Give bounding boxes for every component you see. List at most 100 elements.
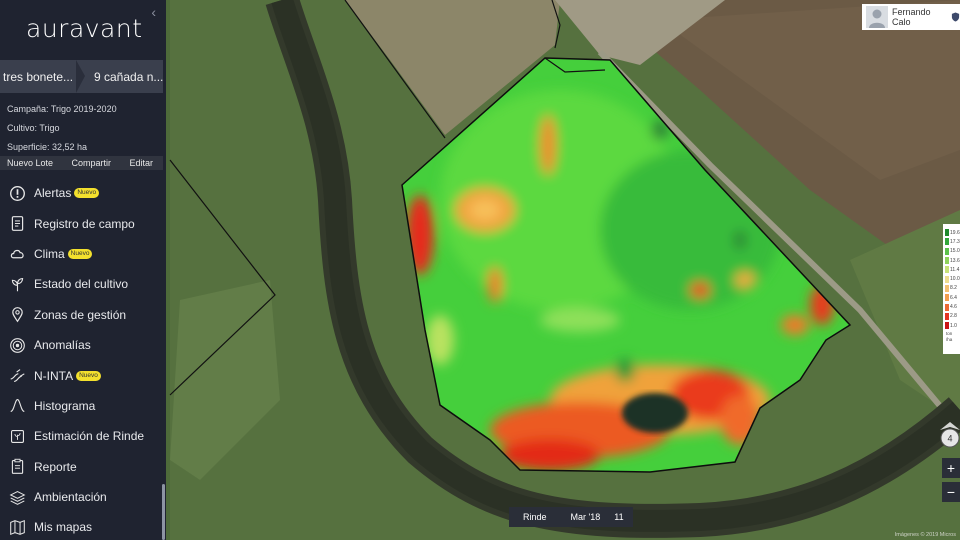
menu-item-registro[interactable]: Registro de campo bbox=[0, 208, 166, 238]
legend-item: 15.0 bbox=[943, 247, 960, 256]
lot-actions: Nuevo Lote Compartir Editar bbox=[0, 156, 163, 170]
legend-value: 10.0 bbox=[950, 276, 960, 283]
layer-date-bar: Rinde Mar '18 11 bbox=[509, 507, 633, 527]
legend-item: 6.4 bbox=[943, 293, 960, 302]
share-button[interactable]: Compartir bbox=[72, 158, 112, 168]
legend-swatch bbox=[945, 257, 949, 265]
breadcrumb-separator bbox=[76, 60, 88, 93]
collapse-sidebar-icon[interactable]: ‹ bbox=[151, 4, 156, 20]
user-menu[interactable]: Fernando Calo bbox=[862, 4, 960, 30]
legend-item: 17.3 bbox=[943, 237, 960, 246]
app-logo: auravant bbox=[26, 14, 143, 43]
legend-value: 4.6 bbox=[950, 304, 957, 311]
legend-item: 4.6 bbox=[943, 302, 960, 311]
image-date[interactable]: Mar '18 bbox=[571, 512, 601, 522]
breadcrumb-field[interactable]: tres bonete... bbox=[0, 60, 80, 93]
new-badge: Nuevo bbox=[74, 188, 100, 199]
new-badge: Nuevo bbox=[76, 370, 101, 381]
menu-item-label: Clima bbox=[34, 246, 65, 261]
legend-value: 15.0 bbox=[950, 248, 960, 255]
legend-value: 19.6 bbox=[950, 229, 960, 236]
tools-menu: Alertas Nuevo Registro de campo Clima Nu… bbox=[0, 178, 166, 540]
menu-item-label: Histograma bbox=[34, 398, 96, 413]
menu-item-label: Ambientación bbox=[34, 490, 107, 505]
legend-swatch bbox=[945, 229, 949, 237]
legend-swatch bbox=[945, 312, 949, 320]
menu-item-ambientacion[interactable]: Ambientación bbox=[0, 482, 166, 512]
legend-item: 19.6 bbox=[943, 228, 960, 237]
shield-icon bbox=[951, 12, 960, 22]
menu-item-mis-mapas[interactable]: Mis mapas bbox=[0, 512, 166, 540]
menu-item-label: Estimación de Rinde bbox=[34, 429, 145, 444]
layer-name[interactable]: Rinde bbox=[523, 512, 547, 522]
menu-item-estado-cultivo[interactable]: Estado del cultivo bbox=[0, 269, 166, 299]
map-pin-icon bbox=[8, 306, 26, 324]
compass-label: 4 bbox=[947, 434, 952, 444]
image-count[interactable]: 11 bbox=[614, 512, 623, 522]
legend-swatch bbox=[945, 266, 949, 274]
yield-legend: 19.6 17.3 15.0 13.6 11.4 10.0 8.2 6.4 4.6 2.8 1.0 … bbox=[943, 224, 960, 354]
menu-item-label: Mis mapas bbox=[34, 520, 93, 535]
legend-value: 2.8 bbox=[950, 313, 957, 320]
legend-item: 2.8 bbox=[943, 312, 960, 321]
cloud-icon bbox=[8, 245, 26, 263]
legend-item: 1.0 bbox=[943, 321, 960, 330]
breadcrumb-lot[interactable]: 9 cañada n... bbox=[88, 60, 163, 93]
field-record-icon bbox=[8, 215, 26, 233]
legend-value: 13.6 bbox=[950, 257, 960, 264]
menu-item-histograma[interactable]: Histograma bbox=[0, 391, 166, 421]
yield-estimate-icon bbox=[8, 427, 26, 445]
lot-info: Campaña: Trigo 2019-2020 Cultivo: Trigo … bbox=[7, 100, 117, 157]
menu-item-estimacion-rinde[interactable]: Estimación de Rinde bbox=[0, 421, 166, 451]
legend-swatch bbox=[945, 322, 949, 330]
legend-unit-bottom: /ha bbox=[946, 337, 953, 343]
menu-item-n-inta[interactable]: N-INTA Nuevo bbox=[0, 360, 166, 390]
user-name: Fernando Calo bbox=[892, 7, 931, 27]
menu-item-zonas[interactable]: Zonas de gestión bbox=[0, 300, 166, 330]
legend-item: 8.2 bbox=[943, 284, 960, 293]
menu-item-clima[interactable]: Clima Nuevo bbox=[0, 239, 166, 269]
legend-value: 11.4 bbox=[950, 266, 960, 273]
legend-item: 10.0 bbox=[943, 274, 960, 283]
plant-icon bbox=[8, 275, 26, 293]
histogram-icon bbox=[8, 397, 26, 415]
menu-item-alertas[interactable]: Alertas Nuevo bbox=[0, 178, 166, 208]
menu-item-anomalias[interactable]: Anomalías bbox=[0, 330, 166, 360]
breadcrumb: tres bonete... 9 cañada n... bbox=[0, 60, 163, 93]
legend-value: 1.0 bbox=[950, 322, 957, 329]
anomaly-icon bbox=[8, 336, 26, 354]
edit-button[interactable]: Editar bbox=[129, 158, 153, 168]
nitrogen-icon bbox=[8, 367, 26, 385]
legend-swatch bbox=[945, 284, 949, 292]
alert-icon bbox=[8, 184, 26, 202]
sidebar-scrollbar[interactable] bbox=[162, 484, 165, 540]
layers-icon bbox=[8, 488, 26, 506]
legend-swatch bbox=[945, 247, 949, 255]
menu-item-label: Anomalías bbox=[34, 338, 91, 353]
avatar bbox=[866, 6, 888, 28]
zoom-out-button[interactable]: − bbox=[942, 482, 960, 502]
zoom-in-button[interactable]: + bbox=[942, 458, 960, 478]
new-badge: Nuevo bbox=[67, 248, 93, 259]
compass-control[interactable]: 4 bbox=[940, 422, 960, 452]
menu-item-reporte[interactable]: Reporte bbox=[0, 452, 166, 482]
legend-swatch bbox=[945, 303, 949, 311]
legend-value: 17.3 bbox=[950, 238, 960, 245]
menu-item-label: N-INTA bbox=[34, 368, 74, 383]
legend-swatch bbox=[945, 238, 949, 246]
legend-item: 13.6 bbox=[943, 256, 960, 265]
legend-value: 8.2 bbox=[950, 285, 957, 292]
report-icon bbox=[8, 458, 26, 476]
campaign-text: Campaña: Trigo 2019-2020 bbox=[7, 104, 117, 114]
legend-value: 6.4 bbox=[950, 294, 957, 301]
legend-swatch bbox=[945, 294, 949, 302]
legend-rows: 19.6 17.3 15.0 13.6 11.4 10.0 8.2 6.4 4.6 2.8 1.0 bbox=[943, 228, 960, 330]
surface-text: Superficie: 32,52 ha bbox=[7, 142, 88, 152]
map-attribution: Imágenes © 2019 Micros bbox=[894, 532, 956, 538]
menu-item-label: Alertas bbox=[34, 186, 72, 201]
new-lot-button[interactable]: Nuevo Lote bbox=[7, 158, 53, 168]
my-maps-icon bbox=[8, 518, 26, 536]
menu-item-label: Registro de campo bbox=[34, 216, 135, 231]
crop-text: Cultivo: Trigo bbox=[7, 123, 60, 133]
menu-item-label: Estado del cultivo bbox=[34, 277, 129, 292]
